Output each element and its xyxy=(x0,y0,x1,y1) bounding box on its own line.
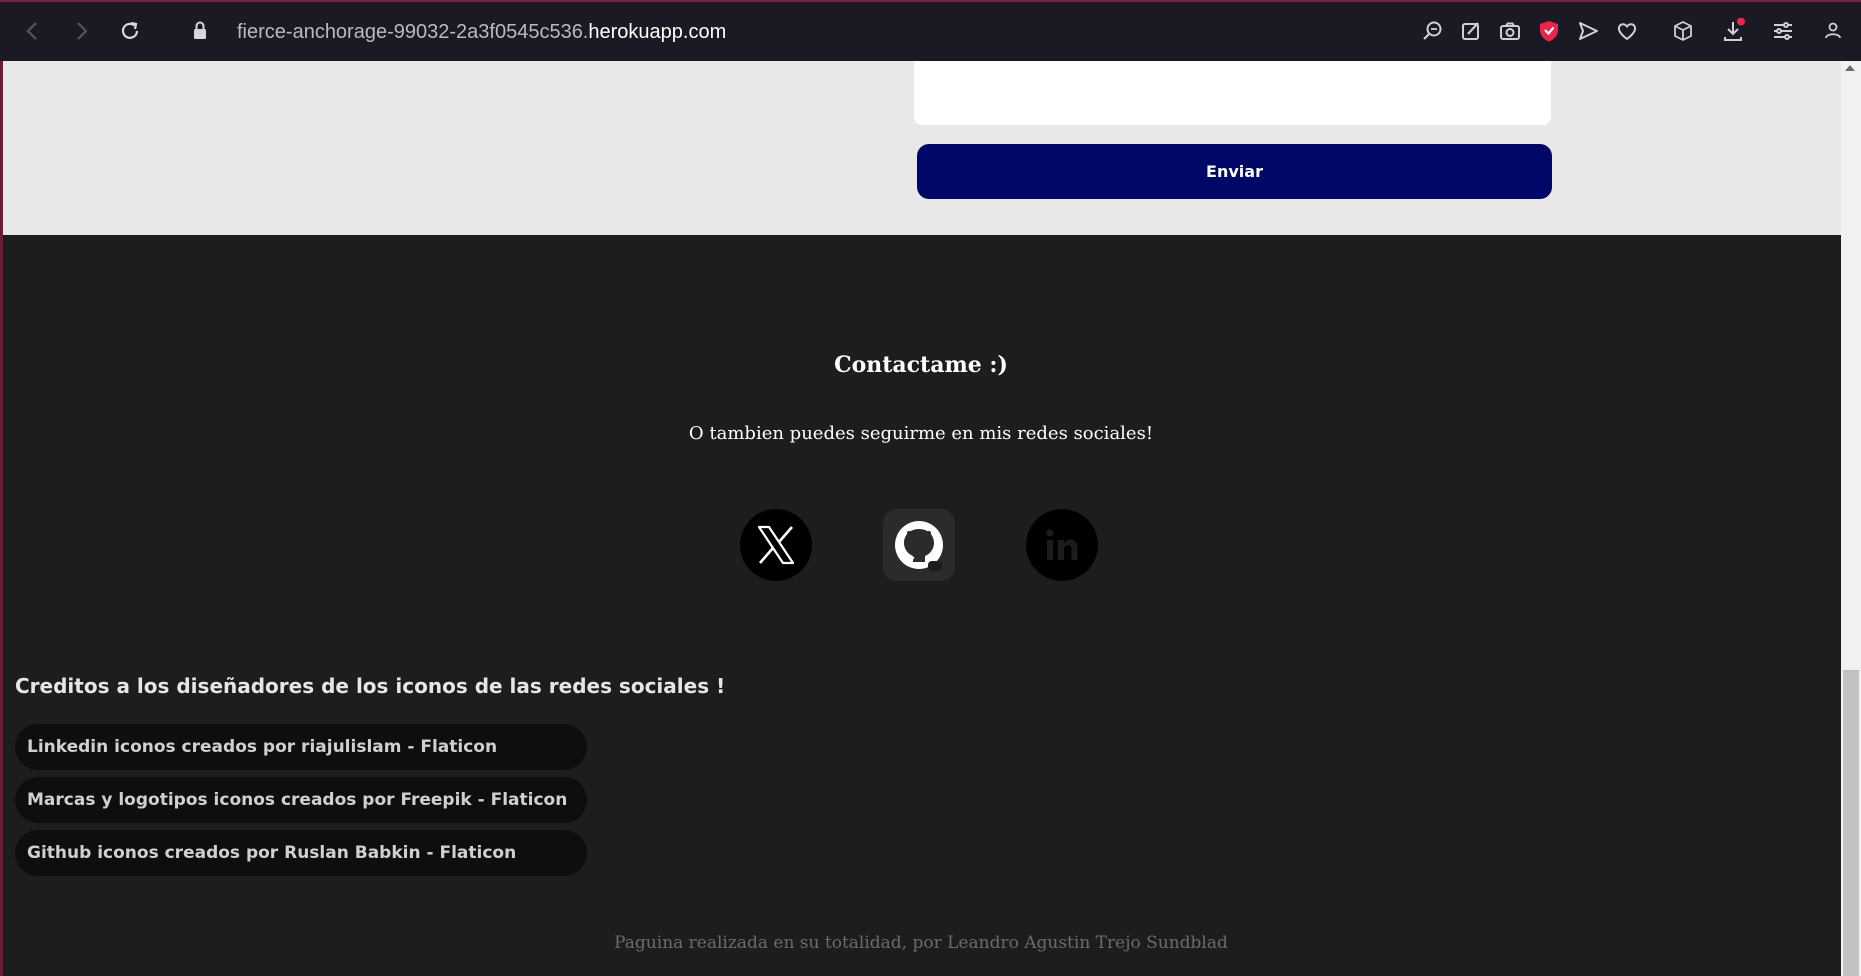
send-button[interactable]: Enviar xyxy=(917,144,1552,199)
contact-title: Contactame :) xyxy=(834,352,1008,378)
url-host: herokuapp.com xyxy=(588,21,727,43)
x-twitter-link[interactable] xyxy=(740,509,812,581)
author-note: Paguina realizada en su totalidad, por L… xyxy=(614,933,1228,953)
scrollbar-thumb[interactable] xyxy=(1843,670,1859,976)
url-path: fierce-anchorage-99032-2a3f0545c536. xyxy=(237,21,589,43)
edit-icon[interactable] xyxy=(1458,18,1484,44)
credit-link-github[interactable]: Github iconos creados por Ruslan Babkin … xyxy=(15,830,587,876)
cube-icon[interactable] xyxy=(1670,18,1696,44)
github-link[interactable] xyxy=(883,509,955,581)
download-icon[interactable] xyxy=(1720,18,1746,44)
credit-link-brands[interactable]: Marcas y logotipos iconos creados por Fr… xyxy=(15,777,587,823)
scroll-up-arrow[interactable] xyxy=(1845,65,1855,71)
linkedin-logo-icon xyxy=(1046,529,1078,560)
contact-subtitle: O tambien puedes seguirme en mis redes s… xyxy=(688,423,1154,444)
credits-title: Creditos a los diseñadores de los iconos… xyxy=(15,674,726,698)
reload-icon[interactable] xyxy=(117,18,143,44)
heart-icon[interactable] xyxy=(1614,18,1640,44)
send-icon[interactable] xyxy=(1575,18,1601,44)
linkedin-link[interactable] xyxy=(1026,509,1098,581)
camera-icon[interactable] xyxy=(1497,18,1523,44)
x-logo-icon xyxy=(757,525,795,565)
shield-icon[interactable] xyxy=(1536,18,1562,44)
zoom-search-icon[interactable] xyxy=(1419,18,1445,44)
message-textarea[interactable] xyxy=(914,61,1551,125)
forward-icon[interactable] xyxy=(68,18,94,44)
settings-sliders-icon[interactable] xyxy=(1770,18,1796,44)
lock-icon[interactable] xyxy=(187,18,213,44)
address-bar[interactable]: fierce-anchorage-99032-2a3f0545c536.hero… xyxy=(237,21,726,44)
profile-icon[interactable] xyxy=(1820,18,1846,44)
github-logo-icon xyxy=(895,521,943,571)
credit-link-linkedin[interactable]: Linkedin iconos creados por riajulislam … xyxy=(15,724,587,770)
browser-toolbar: fierce-anchorage-99032-2a3f0545c536.hero… xyxy=(0,0,1861,61)
back-icon[interactable] xyxy=(20,18,46,44)
